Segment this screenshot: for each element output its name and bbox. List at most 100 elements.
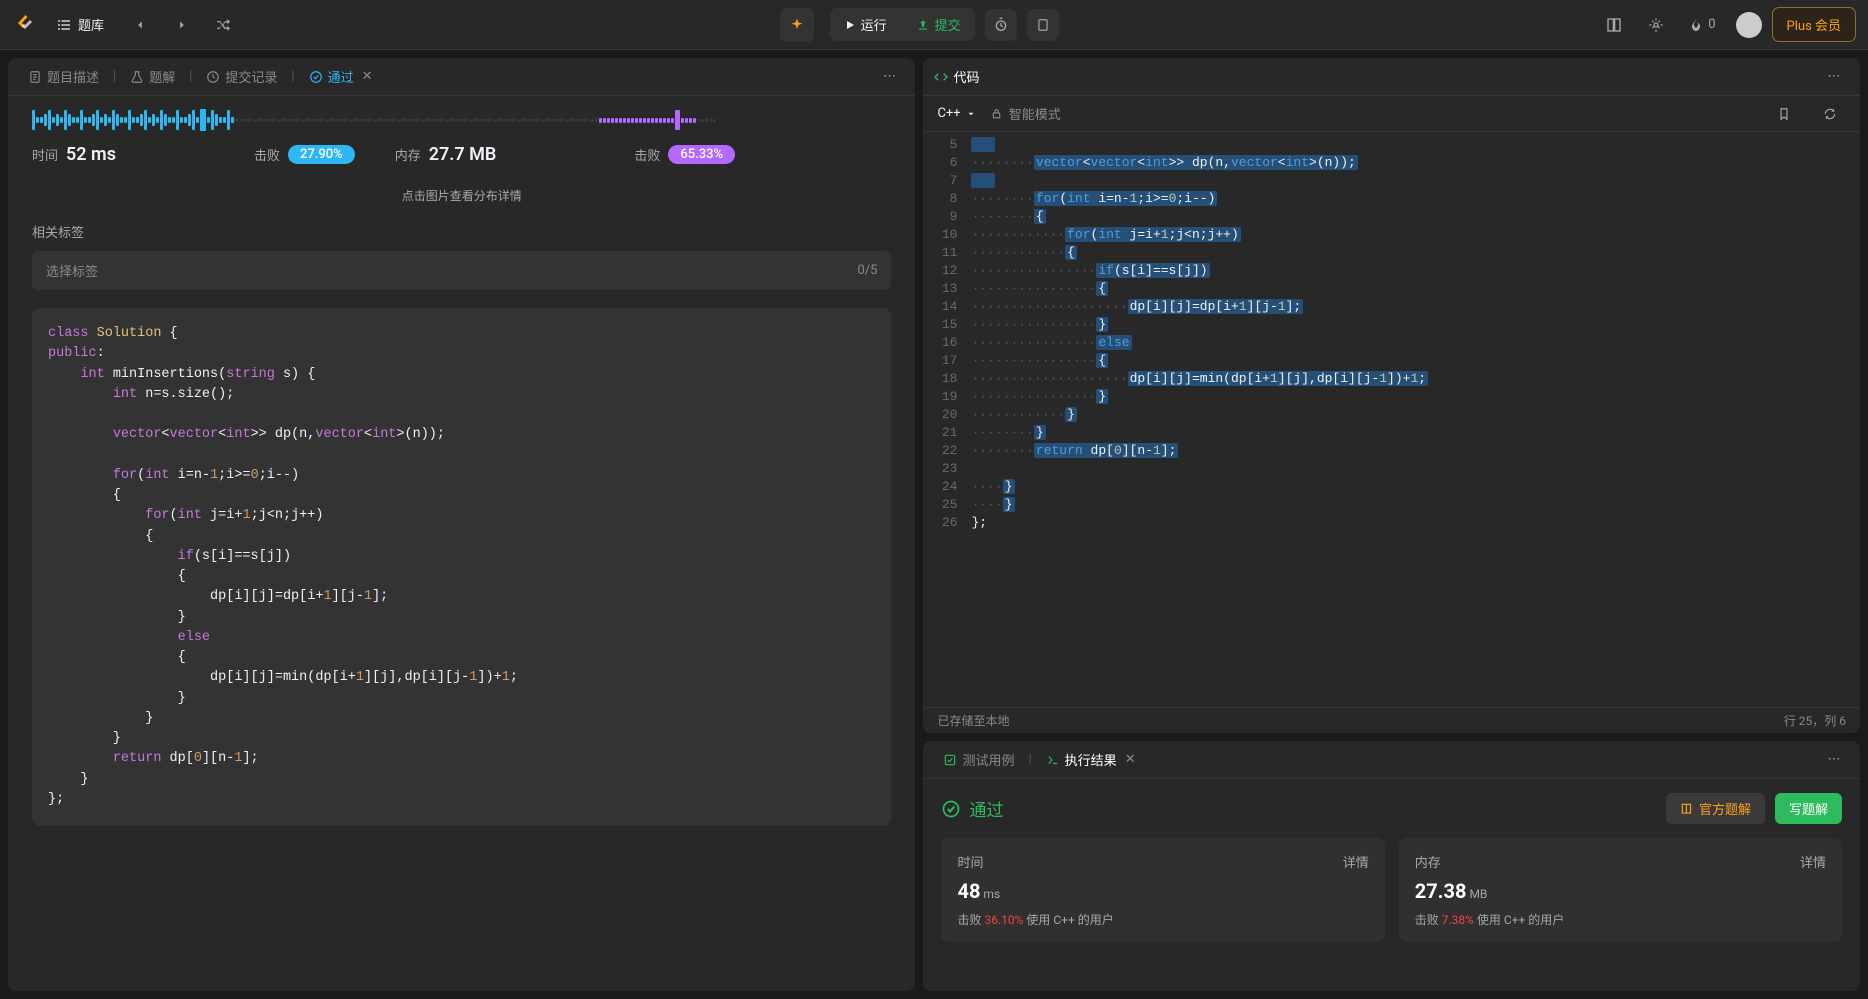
memory-detail-link[interactable]: 详情 (1800, 852, 1826, 871)
memory-card-label: 内存 (1415, 852, 1441, 871)
code-header-label: 代码 (953, 67, 979, 86)
ai-sparkle-button[interactable] (780, 8, 814, 42)
settings-button[interactable] (1640, 9, 1672, 41)
prev-button[interactable] (124, 9, 156, 41)
leetcode-logo-icon[interactable] (12, 13, 36, 37)
mem-value: 27.7 MB (429, 144, 497, 165)
code-status-bar: 已存储至本地 行 25，列 6 (923, 707, 1860, 733)
problems-label: 题库 (78, 15, 104, 34)
tags-section-label: 相关标签 (32, 222, 891, 241)
streak-display[interactable]: 0 (1682, 17, 1721, 33)
result-panel-menu[interactable]: ⋯ (1818, 744, 1850, 776)
notes-button[interactable] (1027, 9, 1059, 41)
submit-label: 提交 (935, 15, 961, 34)
close-icon[interactable]: ✕ (362, 69, 373, 84)
top-bar: 题库 运行 提交 0 Plus 会员 (0, 0, 1868, 50)
code-panel-menu[interactable]: ⋯ (1818, 61, 1850, 93)
time-label: 时间 (32, 145, 58, 164)
layout-button[interactable] (1598, 9, 1630, 41)
flame-icon (1688, 17, 1704, 33)
code-panel: 代码 ⋯ C++ 智能模式 5 6··· (923, 58, 1860, 733)
result-panel-header: 测试用例 | 执行结果 ✕ ⋯ (923, 741, 1860, 779)
runtime-histogram[interactable] (32, 108, 891, 132)
write-solution-button[interactable]: 写题解 (1775, 793, 1842, 824)
tab-solution[interactable]: 题解 (120, 61, 185, 92)
left-panel-menu[interactable]: ⋯ (873, 61, 905, 93)
run-label: 运行 (861, 15, 887, 34)
left-panel: 题目描述 | 题解 | 提交记录 | 通过 ✕ ⋯ 时 (8, 58, 915, 991)
language-selector[interactable]: C++ (937, 106, 975, 121)
close-icon[interactable]: ✕ (1125, 752, 1136, 767)
mem-beat-label: 击败 (634, 145, 660, 164)
play-icon (844, 19, 856, 31)
right-column: 代码 ⋯ C++ 智能模式 5 6··· (923, 58, 1860, 991)
gear-icon (1648, 17, 1664, 33)
check-circle-icon (941, 799, 961, 819)
shuffle-button[interactable] (208, 9, 240, 41)
avatar[interactable] (1736, 12, 1762, 38)
submission-stats: 时间 52 ms 击败 27.90% 内存 27.7 MB 击败 65.33% (32, 140, 891, 177)
check-circle-icon (309, 70, 323, 84)
plus-member-button[interactable]: Plus 会员 (1772, 7, 1856, 42)
time-card-label: 时间 (957, 852, 983, 871)
chevron-left-icon (133, 18, 147, 32)
left-panel-tabs: 题目描述 | 题解 | 提交记录 | 通过 ✕ ⋯ (8, 58, 915, 96)
run-button[interactable]: 运行 (830, 8, 901, 41)
chevron-right-icon (175, 18, 189, 32)
history-icon (206, 70, 220, 84)
tab-exec-result[interactable]: 执行结果 ✕ (1036, 744, 1146, 775)
tab-testcase[interactable]: 测试用例 (933, 744, 1024, 775)
time-beat-label: 击败 (254, 145, 280, 164)
tag-count: 0/5 (857, 263, 877, 278)
submit-button[interactable]: 提交 (902, 8, 975, 41)
bookmark-button[interactable] (1768, 98, 1800, 130)
result-body: 通过 官方题解 写题解 时间 (923, 779, 1860, 991)
document-icon (28, 70, 42, 84)
timer-icon (993, 17, 1009, 33)
sparkle-icon (789, 17, 805, 33)
time-value: 52 ms (66, 144, 116, 165)
mem-label: 内存 (395, 145, 421, 164)
chevron-down-icon (966, 109, 976, 119)
smart-mode-toggle[interactable]: 智能模式 (990, 104, 1061, 123)
code-panel-header: 代码 ⋯ (923, 58, 1860, 96)
book-icon (1680, 802, 1694, 816)
plus-label: Plus 会员 (1787, 19, 1841, 34)
official-solution-button[interactable]: 官方题解 (1666, 793, 1765, 824)
tab-description[interactable]: 题目描述 (18, 61, 109, 92)
tab-result[interactable]: 通过 ✕ (299, 61, 383, 92)
code-icon (933, 69, 949, 85)
terminal-icon (1046, 753, 1060, 767)
pass-status: 通过 (941, 796, 1003, 821)
submitted-code-block: class Solution { public: int minInsertio… (32, 308, 891, 826)
main-split: 题目描述 | 题解 | 提交记录 | 通过 ✕ ⋯ 时 (0, 50, 1868, 999)
mem-beat-pill: 65.33% (668, 145, 735, 164)
timer-button[interactable] (985, 9, 1017, 41)
tag-placeholder: 选择标签 (46, 261, 98, 280)
saved-status: 已存储至本地 (937, 712, 1009, 729)
note-icon (1036, 18, 1050, 32)
layout-icon (1606, 17, 1622, 33)
left-panel-body: 时间 52 ms 击败 27.90% 内存 27.7 MB 击败 65.33% … (8, 96, 915, 991)
run-submit-group: 运行 提交 (830, 8, 975, 41)
time-beat-pill: 27.90% (288, 145, 355, 164)
tab-submissions[interactable]: 提交记录 (196, 61, 287, 92)
cursor-position: 行 25，列 6 (1784, 712, 1846, 729)
problems-nav[interactable]: 题库 (46, 9, 114, 40)
time-detail-link[interactable]: 详情 (1343, 852, 1369, 871)
flask-icon (130, 70, 144, 84)
tag-selector[interactable]: 选择标签 0/5 (32, 251, 891, 290)
streak-count: 0 (1708, 17, 1715, 32)
next-button[interactable] (166, 9, 198, 41)
bookmark-icon (1777, 107, 1791, 121)
lock-icon (990, 107, 1003, 120)
result-panel: 测试用例 | 执行结果 ✕ ⋯ 通过 (923, 741, 1860, 991)
check-square-icon (943, 753, 957, 767)
code-toolbar: C++ 智能模式 (923, 96, 1860, 132)
memory-card[interactable]: 内存 详情 27.38MB 击败 7.38% 使用 C++ 的用户 (1399, 838, 1842, 942)
reset-button[interactable] (1814, 98, 1846, 130)
cloud-upload-icon (916, 18, 930, 32)
code-editor[interactable]: 5 6········vector<vector<int>> dp(n,vect… (923, 132, 1860, 707)
refresh-icon (1823, 107, 1837, 121)
time-card[interactable]: 时间 详情 48ms 击败 36.10% 使用 C++ 的用户 (941, 838, 1384, 942)
